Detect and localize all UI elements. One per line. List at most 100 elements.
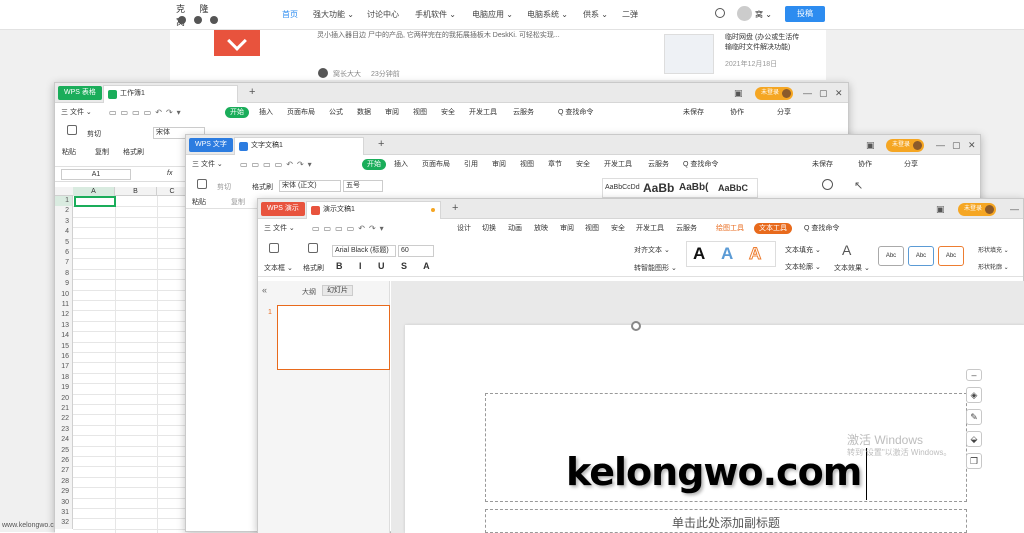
text-fill-button[interactable]: 文本填充 ⌄ (785, 245, 821, 255)
style-heading1[interactable]: AaBb (643, 181, 674, 195)
menu-view[interactable]: 视图 (585, 224, 599, 233)
format-painter-button[interactable]: 格式刷 (252, 182, 273, 192)
menu-home[interactable]: 开始 (362, 159, 386, 170)
row-header[interactable]: 8 (55, 268, 73, 280)
font-style-buttons[interactable]: B I U S A (336, 261, 437, 271)
menu-security[interactable]: 安全 (576, 160, 590, 169)
row-header[interactable]: 29 (55, 487, 73, 498)
new-tab-button[interactable]: + (378, 138, 384, 151)
text-effect-button[interactable]: 文本效果 ⌄ (834, 263, 870, 273)
tab-outline[interactable]: 大纲 (302, 287, 316, 297)
shape-style-3[interactable]: Abc (938, 246, 964, 266)
select-cursor-icon[interactable]: ↖ (854, 179, 863, 192)
row-header[interactable]: 28 (55, 476, 73, 488)
nav-features[interactable]: 强大功能 ⌄ (313, 9, 354, 20)
copy-button[interactable]: 复制 (95, 147, 109, 157)
window-switch-icon[interactable]: ▣ (936, 203, 945, 215)
menu-cloud[interactable]: 云服务 (513, 108, 534, 117)
cut-button[interactable]: 剪切 (217, 182, 231, 192)
unsaved-status[interactable]: 未保存 (812, 160, 833, 169)
new-tab-button[interactable]: + (452, 202, 458, 215)
cut-button[interactable]: 剪切 (87, 129, 101, 139)
fill-icon[interactable]: ⬙ (966, 431, 982, 447)
row-header[interactable]: 4 (55, 227, 73, 238)
textbox-icon[interactable] (269, 243, 279, 253)
search-command[interactable]: Q 查找命令 (683, 160, 718, 169)
subtitle-placeholder-box[interactable]: 单击此处添加副标题 (485, 509, 967, 533)
text-style-blue[interactable]: A (721, 244, 733, 264)
minimize-button[interactable]: — (803, 87, 812, 99)
layers-icon[interactable]: ◈ (966, 387, 982, 403)
row-header[interactable]: 21 (55, 404, 73, 415)
collapse-panel-icon[interactable]: « (262, 285, 267, 295)
menu-security[interactable]: 安全 (611, 224, 625, 233)
slide-canvas[interactable]: kelongwo.com 单击此处添加副标题 激活 Windows 转到"设置"… (405, 321, 1024, 533)
menu-slideshow[interactable]: 放映 (534, 224, 548, 233)
nav-mobile-software[interactable]: 手机软件 ⌄ (415, 9, 456, 20)
app-tab-presentation[interactable]: WPS 演示 (261, 202, 305, 216)
menu-animation[interactable]: 动画 (508, 224, 522, 233)
nav-pc-system[interactable]: 电脑系统 ⌄ (527, 9, 568, 20)
post-button[interactable]: 投稿 (785, 6, 825, 22)
column-header-a[interactable]: A (73, 187, 115, 196)
menu-design[interactable]: 设计 (457, 224, 471, 233)
row-header[interactable]: 27 (55, 466, 73, 477)
column-header-b[interactable]: B (115, 187, 157, 196)
row-header[interactable]: 25 (55, 445, 73, 456)
collaborate-button[interactable]: 协作 (730, 108, 744, 117)
menu-formula[interactable]: 公式 (329, 108, 343, 117)
paste-label[interactable]: 粘贴 (192, 197, 206, 207)
share-button[interactable]: 分享 (777, 108, 791, 117)
row-header[interactable]: 13 (55, 320, 73, 332)
nav-pc-apps[interactable]: 电脑应用 ⌄ (472, 9, 513, 20)
row-header[interactable]: 1 (55, 196, 73, 207)
user-menu[interactable]: 窝 ⌄ (755, 9, 772, 20)
shape-outline-button[interactable]: 形状轮廓 ⌄ (978, 262, 1009, 271)
pen-icon[interactable]: ✎ (966, 409, 982, 425)
minimize-button[interactable]: — (936, 139, 945, 151)
style-heading3[interactable]: AaBbC (718, 183, 748, 193)
style-gallery[interactable]: AaBbCcDd AaBb AaBb( AaBbC (602, 178, 758, 198)
maximize-button[interactable]: ▢ (819, 87, 828, 99)
menu-home[interactable]: 开始 (225, 107, 249, 118)
menu-transition[interactable]: 切换 (482, 224, 496, 233)
app-tab-writer[interactable]: WPS 文字 (189, 138, 233, 152)
row-header[interactable]: 19 (55, 383, 73, 394)
font-size-select[interactable]: 五号 (343, 180, 383, 192)
align-text-button[interactable]: 对齐文本 ⌄ (634, 245, 670, 255)
row-header[interactable]: 18 (55, 372, 73, 384)
shape-style-1[interactable]: Abc (878, 246, 904, 266)
shape-fill-button[interactable]: 形状填充 ⌄ (978, 245, 1009, 254)
collapse-side-toolbar-icon[interactable]: – (966, 369, 982, 381)
side-article-title[interactable]: 临时网盘 (办公或生活传输临时文件解决功能) (725, 33, 803, 53)
quick-access-icons[interactable]: ▭▭▭▭↶↷▾ (312, 224, 388, 233)
column-header-c[interactable]: C (157, 187, 187, 196)
text-outline-button[interactable]: 文本轮廓 ⌄ (785, 262, 821, 272)
paste-icon[interactable] (67, 125, 77, 135)
copy-button[interactable]: 复制 (231, 197, 245, 207)
collaborate-button[interactable]: 协作 (858, 160, 872, 169)
login-button[interactable]: 未登录 (755, 87, 794, 100)
row-header[interactable]: 26 (55, 456, 73, 467)
minimize-button[interactable]: — (1010, 203, 1019, 215)
row-header[interactable]: 24 (55, 435, 73, 446)
menu-cloud[interactable]: 云服务 (676, 224, 697, 233)
format-painter-icon[interactable] (308, 243, 318, 253)
row-header[interactable]: 5 (55, 237, 73, 248)
quick-access-icons[interactable]: ▭▭▭▭↶↷▾ (240, 160, 316, 169)
format-painter-button[interactable]: 格式刷 (123, 147, 144, 157)
quick-access-icons[interactable]: ▭▭▭▭↶↷▾ (109, 108, 185, 117)
menu-text-tools[interactable]: 文本工具 (754, 223, 792, 234)
maximize-button[interactable]: ▢ (952, 139, 961, 151)
menu-page-layout[interactable]: 页面布局 (422, 160, 450, 169)
menu-developer[interactable]: 开发工具 (636, 224, 664, 233)
row-header[interactable]: 15 (55, 341, 73, 352)
row-header[interactable]: 2 (55, 206, 73, 217)
menu-review[interactable]: 审阅 (385, 108, 399, 117)
row-header[interactable]: 12 (55, 310, 73, 321)
close-button[interactable]: ✕ (968, 139, 976, 151)
text-effect-icon[interactable]: A (842, 242, 851, 258)
row-header[interactable]: 10 (55, 289, 73, 300)
article-thumbnail[interactable] (214, 30, 260, 56)
text-style-black[interactable]: A (693, 244, 705, 264)
